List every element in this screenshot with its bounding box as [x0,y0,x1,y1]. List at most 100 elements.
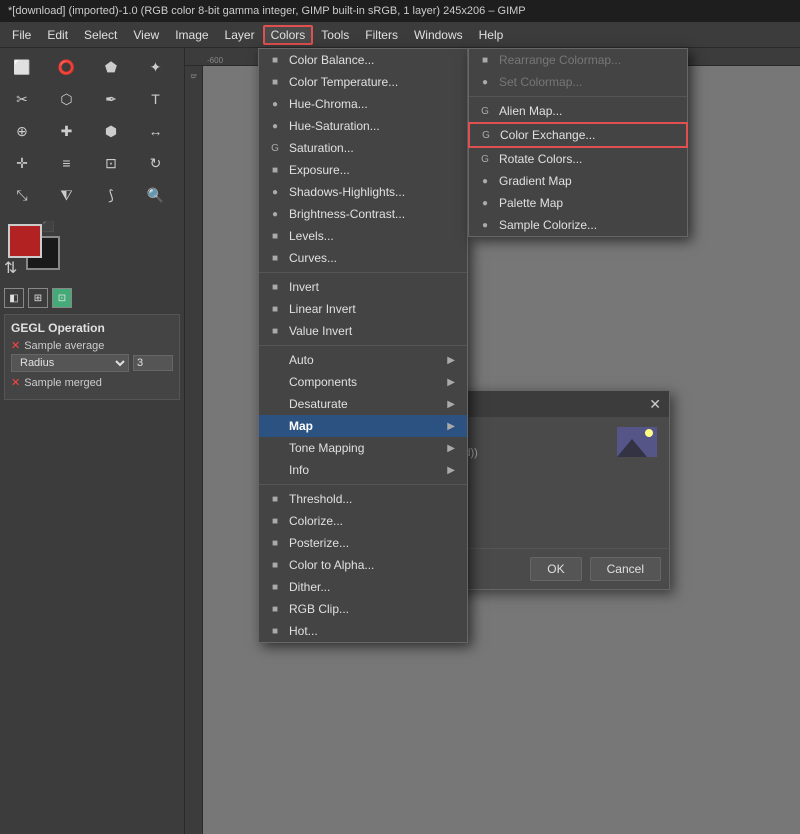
menu-item-edit[interactable]: Edit [39,25,76,45]
dialog-close-button[interactable]: ✕ [649,396,661,413]
menu-rgb-clip[interactable]: ■RGB Clip... [259,598,467,620]
menu-map[interactable]: Map ▶ [259,415,467,437]
tool-scissors[interactable]: ✂ [4,84,40,114]
color-alpha-icon: ■ [267,560,283,571]
menu-colorize[interactable]: ■Colorize... [259,510,467,532]
hue-chroma-icon: ● [267,99,283,110]
gegl-radius-input[interactable] [133,355,173,371]
menu-hue-chroma[interactable]: ●Hue-Chroma... [259,93,467,115]
submenu-sample-colorize[interactable]: ● Sample Colorize... [469,214,687,236]
ruler-vertical: b [185,66,203,834]
gegl-panel: GEGL Operation ✕ Sample average Radius ✕… [4,314,180,400]
menu-posterize[interactable]: ■Posterize... [259,532,467,554]
hot-icon: ■ [267,626,283,637]
menu-shadows-highlights[interactable]: ●Shadows-Highlights... [259,181,467,203]
color-exchange-icon: G [478,130,494,141]
menu-brightness-contrast[interactable]: ●Brightness-Contrast... [259,203,467,225]
tool-fuzzy-select[interactable]: ✦ [138,52,174,82]
colorize-icon: ■ [267,516,283,527]
gegl-radius-select[interactable]: Radius [11,354,129,372]
levels-icon: ■ [267,231,283,242]
rearrange-colormap-icon: ■ [477,55,493,66]
menu-item-colors[interactable]: Colors [263,25,314,45]
menu-threshold[interactable]: ■Threshold... [259,488,467,510]
tool-free-select[interactable]: ⬟ [93,52,129,82]
tool-rect-select[interactable]: ⬜ [4,52,40,82]
submenu-rearrange-colormap: ■ Rearrange Colormap... [469,49,687,71]
tool-clone[interactable]: ⊕ [4,116,40,146]
menu-item-help[interactable]: Help [471,25,512,45]
tool-align[interactable]: ≡ [49,148,85,178]
color-balance-icon: ■ [267,55,283,66]
menu-value-invert[interactable]: ■Value Invert [259,320,467,342]
gegl-merged-label: Sample merged [24,377,102,389]
set-colormap-icon: ● [477,77,493,88]
menu-invert[interactable]: ■Invert [259,276,467,298]
tool-foreground[interactable]: ⬡ [49,84,85,114]
menu-item-tools[interactable]: Tools [313,25,357,45]
menu-exposure[interactable]: ■Exposure... [259,159,467,181]
tool-shear[interactable]: ⧨ [49,180,85,210]
menu-info[interactable]: Info ▶ [259,459,467,481]
menu-curves[interactable]: ■Curves... [259,247,467,269]
quick-mask-icon[interactable]: ◧ [4,288,24,308]
menu-linear-invert[interactable]: ■Linear Invert [259,298,467,320]
gegl-merged-close[interactable]: ✕ [11,376,20,389]
menu-hot[interactable]: ■Hot... [259,620,467,642]
swap-colors-icon[interactable]: ⇅ [4,258,17,278]
tool-scale[interactable]: ⤡ [4,180,40,210]
tool-ellipse-select[interactable]: ⭕ [49,52,85,82]
menu-item-view[interactable]: View [125,25,167,45]
brightness-icon: ● [267,209,283,220]
menu-desaturate[interactable]: Desaturate ▶ [259,393,467,415]
gegl-merged-row: ✕ Sample merged [11,376,173,389]
tool-text[interactable]: T [138,84,174,114]
submenu-alien-map[interactable]: G Alien Map... [469,100,687,122]
tool-paths[interactable]: ✒ [93,84,129,114]
menu-item-select[interactable]: Select [76,25,125,45]
submenu-palette-map[interactable]: ● Palette Map [469,192,687,214]
menu-item-layer[interactable]: Layer [217,25,263,45]
tool-perspective[interactable]: ⬢ [93,116,129,146]
menu-item-image[interactable]: Image [167,25,216,45]
divider-2 [259,345,467,346]
menu-auto[interactable]: Auto ▶ [259,349,467,371]
tool-move[interactable]: ✛ [4,148,40,178]
colors-dropdown: ■Color Balance... ■Color Temperature... … [258,48,468,643]
menu-components[interactable]: Components ▶ [259,371,467,393]
gegl-sample-close[interactable]: ✕ [11,339,20,352]
foreground-color[interactable] [8,224,42,258]
menu-hue-saturation[interactable]: ●Hue-Saturation... [259,115,467,137]
tool-heal[interactable]: ✚ [49,116,85,146]
invert-icon: ■ [267,282,283,293]
tool-transform[interactable]: ↔ [138,116,174,146]
menu-color-temperature[interactable]: ■Color Temperature... [259,71,467,93]
menu-item-windows[interactable]: Windows [406,25,471,45]
screen-mode-icon[interactable]: ⊡ [52,288,72,308]
menu-levels[interactable]: ■Levels... [259,225,467,247]
menu-color-to-alpha[interactable]: ■Color to Alpha... [259,554,467,576]
value-invert-icon: ■ [267,326,283,337]
tool-crop[interactable]: ⊡ [93,148,129,178]
menu-dither[interactable]: ■Dither... [259,576,467,598]
tool-rotate[interactable]: ↻ [138,148,174,178]
menu-color-balance[interactable]: ■Color Balance... [259,49,467,71]
tool-warp[interactable]: ⟆ [93,180,129,210]
exposure-icon: ■ [267,165,283,176]
posterize-icon: ■ [267,538,283,549]
layers-icon[interactable]: ⊞ [28,288,48,308]
reset-colors-icon[interactable]: ⬛ [42,222,54,233]
dialog-cancel-button[interactable]: Cancel [590,557,661,581]
title-text: *[download] (imported)-1.0 (RGB color 8-… [8,5,526,17]
tool-zoom[interactable]: 🔍 [138,180,174,210]
menu-item-filters[interactable]: Filters [357,25,406,45]
menu-item-file[interactable]: File [4,25,39,45]
menu-tone-mapping[interactable]: Tone Mapping ▶ [259,437,467,459]
tone-mapping-arrow: ▶ [447,443,455,454]
menu-saturation[interactable]: GSaturation... [259,137,467,159]
dialog-ok-button[interactable]: OK [530,557,581,581]
submenu-rotate-colors[interactable]: G Rotate Colors... [469,148,687,170]
hue-sat-icon: ● [267,121,283,132]
submenu-color-exchange[interactable]: G Color Exchange... [468,122,688,148]
submenu-gradient-map[interactable]: ● Gradient Map [469,170,687,192]
